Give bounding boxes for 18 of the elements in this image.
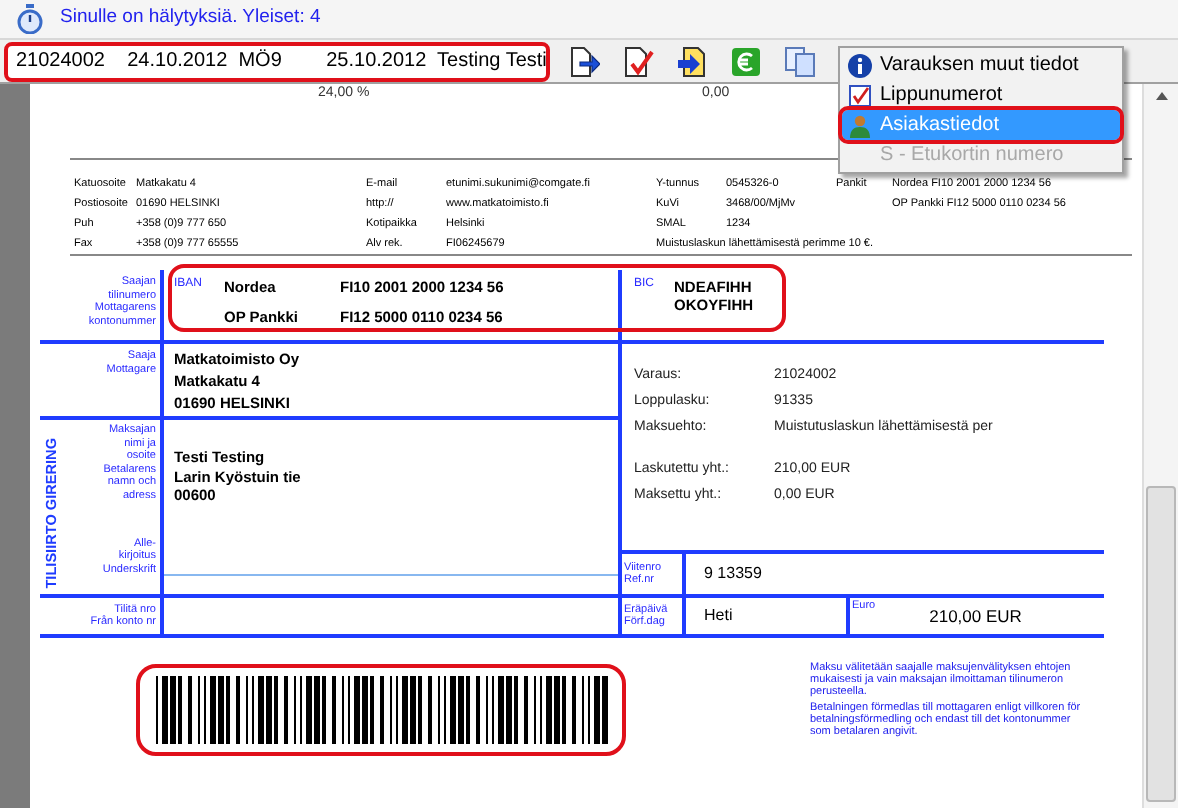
amount-value: 210,00 EUR xyxy=(929,603,1022,629)
document-arrow-icon[interactable] xyxy=(568,45,600,77)
stopwatch-icon xyxy=(16,4,44,34)
document-arrow-icon[interactable] xyxy=(676,45,708,77)
checkbox-icon xyxy=(848,83,872,107)
euro-icon[interactable] xyxy=(730,45,762,77)
alert-message[interactable]: Sinulle on hälytyksiä. Yleiset: 4 xyxy=(60,4,321,34)
reference-number: 9 13359 xyxy=(702,562,762,586)
scroll-up-icon[interactable] xyxy=(1156,92,1168,100)
person-icon xyxy=(848,113,872,137)
copy-icon[interactable] xyxy=(784,45,816,77)
menu-item[interactable]: Lippunumerot xyxy=(842,80,1120,110)
document-check-icon[interactable] xyxy=(622,45,654,77)
scrollbar-thumb[interactable] xyxy=(1146,486,1176,802)
due-date: Heti xyxy=(704,604,733,628)
info-icon xyxy=(848,53,872,77)
menu-item[interactable]: Varauksen muut tiedot xyxy=(842,50,1120,80)
booking-select[interactable]: 21024002 24.10.2012 MÖ9 25.10.2012 Testing Testi xyxy=(4,41,550,81)
